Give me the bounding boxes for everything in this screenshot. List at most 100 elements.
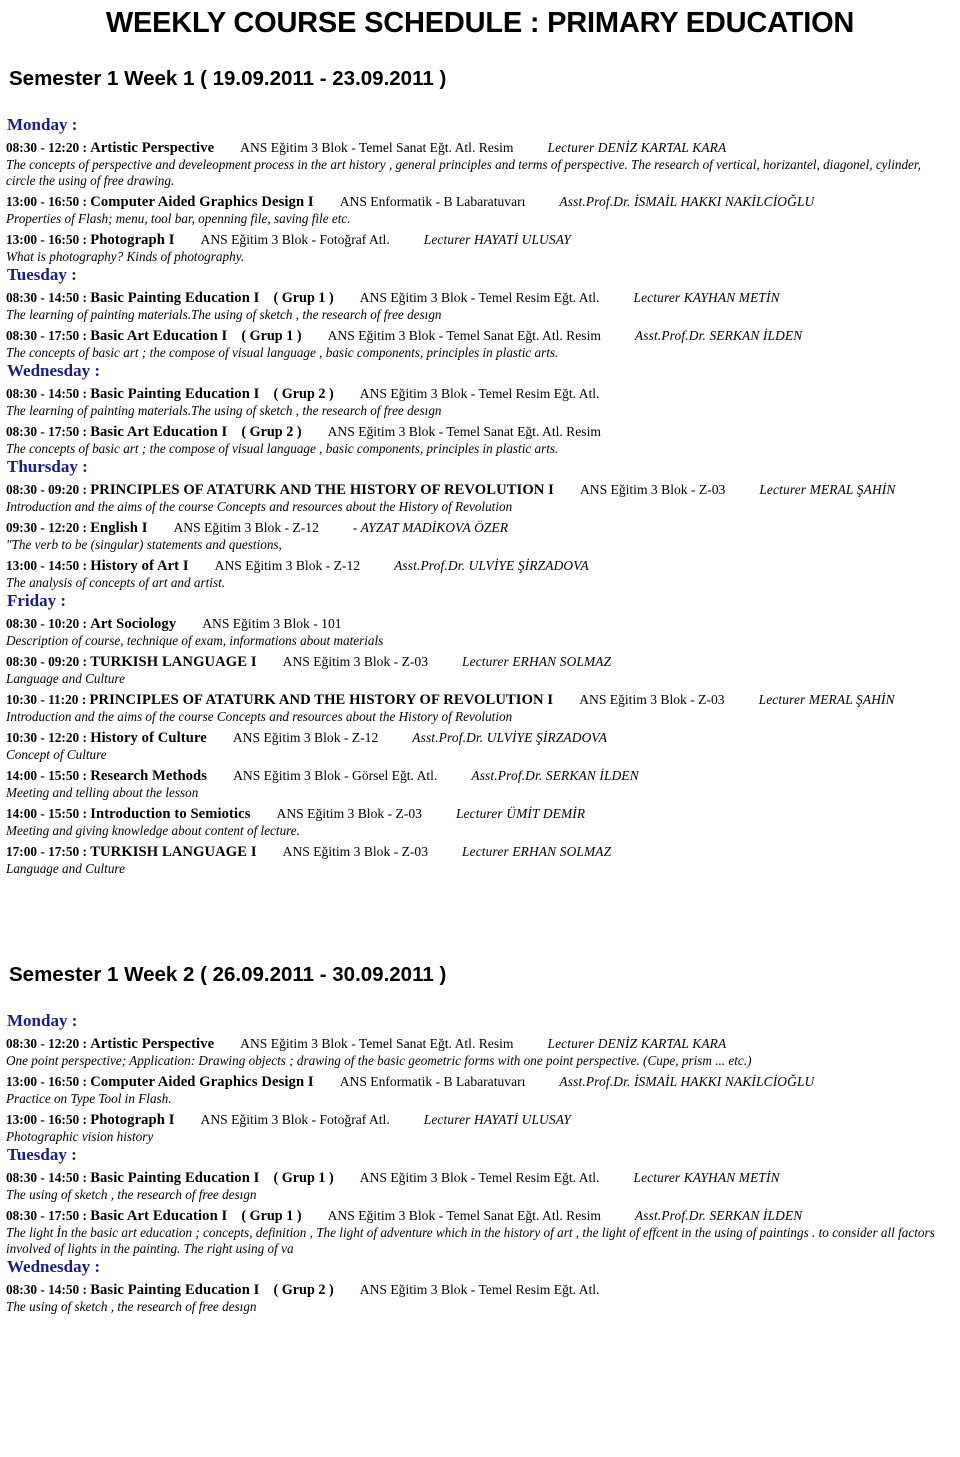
course-room: ANS Eğitim 3 Blok - Temel Sanat Eğt. Atl…	[240, 140, 514, 155]
course-description: "The verb to be (singular) statements an…	[6, 537, 282, 552]
course-description: The learning of painting materials.The u…	[6, 307, 442, 322]
course-description: The concepts of basic art ; the compose …	[6, 441, 559, 456]
course-header-line: 13:00 - 16:50 : Computer Aided Graphics …	[6, 194, 954, 210]
course-room: ANS Eğitim 3 Blok - Temel Resim Eğt. Atl…	[359, 290, 600, 305]
course-description: Photographic vision history	[6, 1129, 154, 1144]
course-room: ANS Eğitim 3 Blok - Z-12	[214, 558, 361, 573]
course-room: ANS Eğitim 3 Blok - Temel Sanat Eğt. Atl…	[327, 1208, 601, 1223]
day-heading-tuesday: Tuesday :	[7, 265, 77, 284]
week-section: Semester 1 Week 2 ( 26.09.2011 - 30.09.2…	[6, 963, 954, 1315]
course-lecturer: Asst.Prof.Dr. ULVİYE ŞİRZADOVA	[412, 730, 608, 745]
course-time: 13:00 - 16:50 :	[6, 194, 87, 209]
course-name: Photograph I	[90, 1112, 175, 1128]
day-heading-monday: Monday :	[7, 115, 78, 134]
course-time: 13:00 - 14:50 :	[6, 558, 87, 573]
course-entry: 13:00 - 16:50 : Computer Aided Graphics …	[6, 1069, 954, 1107]
course-entry: 08:30 - 14:50 : Basic Painting Education…	[6, 381, 954, 419]
course-description: Practice on Type Tool in Flash.	[6, 1091, 172, 1106]
course-name: Art Sociology	[90, 616, 177, 632]
course-time: 08:30 - 12:20 :	[6, 1036, 87, 1051]
course-lecturer: Lecturer KAYHAN METİN	[633, 1170, 780, 1185]
course-group: ( Grup 1 )	[273, 1170, 334, 1186]
course-description: Description of course, technique of exam…	[6, 633, 384, 648]
course-header-line: 08:30 - 10:20 : Art Sociology ANS Eğitim …	[6, 616, 954, 632]
course-description: The learning of painting materials.The u…	[6, 403, 442, 418]
course-time: 08:30 - 14:50 :	[6, 1170, 87, 1185]
course-entry: 13:00 - 16:50 : Photograph I ANS Eğitim 3…	[6, 227, 954, 265]
course-description: Introduction and the aims of the course …	[6, 709, 513, 724]
course-description: The using of sketch , the research of fr…	[6, 1187, 257, 1202]
course-time: 08:30 - 17:50 :	[6, 424, 87, 439]
course-time: 13:00 - 16:50 :	[6, 1074, 87, 1089]
week-heading-spacer	[6, 91, 954, 115]
day-heading-thursday: Thursday :	[7, 457, 88, 476]
day-heading-tuesday: Tuesday :	[7, 1145, 77, 1164]
course-description: Meeting and telling about the lesson	[6, 785, 199, 800]
week-heading-spacer	[6, 987, 954, 1011]
course-description: The concepts of perspective and develeop…	[6, 157, 921, 188]
course-entry: 13:00 - 14:50 : History of Art I ANS Eğit…	[6, 553, 954, 591]
course-entry: 08:30 - 14:50 : Basic Painting Education…	[6, 1277, 954, 1315]
course-entry: 08:30 - 12:20 : Artistic Perspective ANS …	[6, 1031, 954, 1069]
course-description: The using of sketch , the research of fr…	[6, 1299, 257, 1314]
course-name: Basic Painting Education I	[90, 386, 260, 402]
course-room: ANS Eğitim 3 Blok - 101	[202, 616, 342, 631]
course-name: TURKISH LANGUAGE I	[90, 844, 257, 860]
course-header-line: 08:30 - 14:50 : Basic Painting Education…	[6, 386, 954, 402]
course-entry: 17:00 - 17:50 : TURKISH LANGUAGE I ANS Eğ…	[6, 839, 954, 877]
course-header-line: 08:30 - 14:50 : Basic Painting Education…	[6, 1282, 954, 1298]
course-room: ANS Eğitim 3 Blok - Z-03	[579, 482, 726, 497]
course-group: ( Grup 2 )	[241, 424, 302, 440]
course-entry: 14:00 - 15:50 : Research Methods ANS Eğit…	[6, 763, 954, 801]
course-time: 08:30 - 17:50 :	[6, 1208, 87, 1223]
course-lecturer: Asst.Prof.Dr. SERKAN İLDEN	[634, 1208, 803, 1223]
course-description: The light İn the basic art education ; c…	[6, 1225, 935, 1256]
schedule-document: WEEKLY COURSE SCHEDULE : PRIMARY EDUCATI…	[0, 0, 960, 1315]
course-header-line: 08:30 - 17:50 : Basic Art Education I ( G…	[6, 424, 954, 440]
course-header-line: 10:30 - 11:20 : PRINCIPLES OF ATATURK AN…	[6, 692, 954, 708]
course-room: ANS Eğitim 3 Blok - Z-03	[276, 806, 422, 821]
course-header-line: 08:30 - 14:50 : Basic Painting Education…	[6, 290, 954, 306]
course-name: History of Culture	[90, 730, 207, 746]
course-entry: 08:30 - 09:20 : TURKISH LANGUAGE I ANS Eğ…	[6, 649, 954, 687]
course-header-line: 14:00 - 15:50 : Research Methods ANS Eğit…	[6, 768, 954, 784]
course-room: ANS Eğitim 3 Blok - Görsel Eğt. Atl.	[233, 768, 438, 783]
course-name: Computer Aided Graphics Design I	[90, 194, 314, 210]
course-lecturer: Lecturer DENİZ KARTAL KARA	[547, 1036, 727, 1051]
day-heading-monday: Monday :	[7, 1011, 78, 1030]
week-heading: Semester 1 Week 1 ( 19.09.2011 - 23.09.2…	[9, 67, 447, 90]
course-group: ( Grup 1 )	[241, 1208, 302, 1224]
course-room: ANS Eğitim 3 Blok - Temel Sanat Eğt. Atl…	[327, 424, 601, 439]
course-group: ( Grup 2 )	[273, 1282, 334, 1298]
course-header-line: 09:30 - 12:20 : English I ANS Eğitim 3 Bl…	[6, 520, 954, 536]
page-title: WEEKLY COURSE SCHEDULE : PRIMARY EDUCATI…	[105, 7, 855, 39]
course-time: 09:30 - 12:20 :	[6, 520, 87, 535]
course-name: History of Art I	[90, 558, 189, 574]
course-time: 08:30 - 17:50 :	[6, 328, 87, 343]
course-name: Computer Aided Graphics Design I	[90, 1074, 314, 1090]
course-lecturer: Asst.Prof.Dr. İSMAİL HAKKI NAKİLCİOĞLU	[559, 1074, 815, 1089]
course-name: PRINCIPLES OF ATATURK AND THE HISTORY OF…	[90, 482, 554, 498]
course-header-line: 13:00 - 14:50 : History of Art I ANS Eğit…	[6, 558, 954, 574]
course-name: Basic Art Education I	[90, 328, 228, 344]
course-description: The concepts of basic art ; the compose …	[6, 345, 559, 360]
course-entry: 10:30 - 12:20 : History of Culture ANS Eğ…	[6, 725, 954, 763]
course-header-line: 08:30 - 09:20 : PRINCIPLES OF ATATURK AN…	[6, 482, 954, 498]
course-time: 14:00 - 15:50 :	[6, 806, 87, 821]
course-room: ANS Eğitim 3 Blok - Z-12	[173, 520, 319, 535]
course-header-line: 13:00 - 16:50 : Photograph I ANS Eğitim 3…	[6, 232, 954, 248]
course-time: 13:00 - 16:50 :	[6, 232, 87, 247]
course-name: TURKISH LANGUAGE I	[90, 654, 257, 670]
course-lecturer: Asst.Prof.Dr. SERKAN İLDEN	[634, 328, 803, 343]
course-lecturer: - AYZAT MADİKOVA ÖZER	[352, 520, 509, 535]
course-name: Artistic Perspective	[90, 140, 215, 156]
course-lecturer: Lecturer MERAL ŞAHİN	[758, 692, 895, 707]
course-room: ANS Eğitim 3 Blok - Temel Resim Eğt. Atl…	[359, 1170, 600, 1185]
course-header-line: 08:30 - 17:50 : Basic Art Education I ( G…	[6, 328, 954, 344]
course-name: Introduction to Semiotics	[90, 806, 251, 822]
course-header-line: 14:00 - 15:50 : Introduction to Semiotic…	[6, 806, 954, 822]
course-description: What is photography? Kinds of photograph…	[6, 249, 245, 264]
course-room: ANS Eğitim 3 Blok - Z-03	[579, 692, 725, 707]
course-name: English I	[90, 520, 148, 536]
course-time: 10:30 - 12:20 :	[6, 730, 87, 745]
